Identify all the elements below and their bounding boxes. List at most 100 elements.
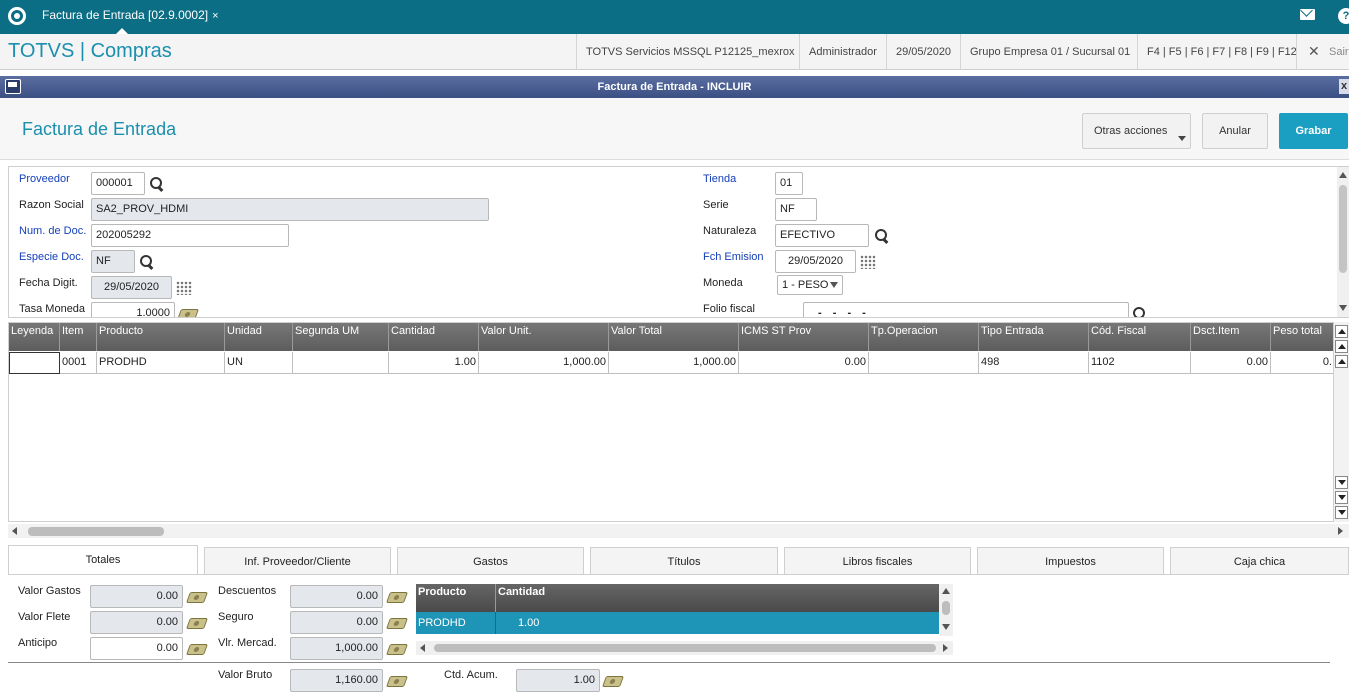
valor-flete-field[interactable]: 0.00 bbox=[90, 611, 183, 634]
company-info[interactable]: Grupo Empresa 01 / Sucursal 01 bbox=[960, 34, 1139, 70]
scrollbar-thumb[interactable] bbox=[28, 527, 164, 536]
descuentos-field[interactable]: 0.00 bbox=[290, 585, 383, 608]
tab-gastos[interactable]: Gastos bbox=[397, 547, 584, 575]
scroll-left-icon[interactable] bbox=[12, 527, 17, 535]
grid-col-peso-total[interactable]: Peso total bbox=[1271, 323, 1333, 351]
grid-col-segunda-um[interactable]: Segunda UM bbox=[293, 323, 389, 351]
ctd-acum-field[interactable]: 1.00 bbox=[516, 669, 600, 692]
cancel-button[interactable]: Anular bbox=[1202, 113, 1268, 149]
fch-emision-field[interactable]: 29/05/2020 bbox=[775, 250, 856, 273]
folio-fiscal-field[interactable]: - - - - bbox=[803, 302, 1129, 317]
grid-col-cantidad[interactable]: Cantidad bbox=[389, 323, 479, 351]
tab-inf-proveedor[interactable]: Inf. Proveedor/Cliente bbox=[204, 547, 391, 575]
grid-cell-dsct-item[interactable]: 0.00 bbox=[1191, 352, 1271, 374]
anticipo-field[interactable]: 0.00 bbox=[90, 637, 183, 660]
grid-cell-producto[interactable]: PRODHD bbox=[97, 352, 225, 374]
valor-bruto-field[interactable]: 1,160.00 bbox=[290, 669, 383, 692]
vlr-mercad-field[interactable]: 1,000.00 bbox=[290, 637, 383, 660]
mini-vertical-scrollbar[interactable] bbox=[939, 584, 953, 636]
grid-cell-valor-unit[interactable]: 1,000.00 bbox=[479, 352, 609, 374]
money-icon[interactable] bbox=[176, 309, 200, 317]
grid-col-leyenda[interactable]: Leyenda bbox=[9, 323, 60, 351]
grid-first-button[interactable] bbox=[1335, 325, 1348, 338]
grid-up-button[interactable] bbox=[1335, 355, 1348, 368]
serie-field[interactable]: NF bbox=[775, 198, 817, 221]
exit-icon[interactable]: ✕ bbox=[1308, 43, 1320, 60]
seguro-field[interactable]: 0.00 bbox=[290, 611, 383, 634]
grid-col-producto[interactable]: Producto bbox=[97, 323, 225, 351]
save-button[interactable]: Grabar bbox=[1279, 113, 1348, 149]
scroll-left-icon[interactable] bbox=[420, 644, 425, 652]
grid-horizontal-scrollbar[interactable] bbox=[8, 524, 1349, 538]
scroll-down-icon[interactable] bbox=[942, 624, 950, 630]
grid-cell-cantidad[interactable]: 1.00 bbox=[389, 352, 479, 374]
tab-close-icon[interactable]: × bbox=[212, 10, 218, 22]
mail-icon[interactable] bbox=[1300, 9, 1315, 20]
num-doc-field[interactable]: 202005292 bbox=[91, 224, 289, 247]
grid-cell-unidad[interactable]: UN bbox=[225, 352, 293, 374]
exit-label[interactable]: Sair bbox=[1329, 46, 1349, 58]
grid-page-down-button[interactable] bbox=[1335, 491, 1348, 504]
calendar-icon[interactable] bbox=[176, 281, 192, 295]
grid-cell-item[interactable]: 0001 bbox=[60, 352, 97, 374]
folio-search-icon[interactable] bbox=[1133, 307, 1147, 317]
tienda-field[interactable]: 01 bbox=[775, 172, 803, 195]
mini-col-cantidad[interactable]: Cantidad bbox=[496, 584, 939, 612]
razon-social-field[interactable]: SA2_PROV_HDMI bbox=[91, 198, 489, 221]
fields-scrollbar[interactable] bbox=[1337, 167, 1349, 317]
help-icon[interactable]: ? bbox=[1338, 8, 1349, 24]
scroll-right-icon[interactable] bbox=[943, 644, 948, 652]
grid-col-valor-unit[interactable]: Valor Unit. bbox=[479, 323, 609, 351]
grid-col-cod-fiscal[interactable]: Cód. Fiscal bbox=[1089, 323, 1191, 351]
totvs-logo-icon[interactable] bbox=[8, 7, 26, 25]
grid-col-dsct-item[interactable]: Dsct.Item bbox=[1191, 323, 1271, 351]
tab-titulos[interactable]: Títulos bbox=[590, 547, 778, 575]
grid-col-item[interactable]: Item bbox=[60, 323, 97, 351]
grid-last-button[interactable] bbox=[1335, 506, 1348, 519]
grid-cell-tipo-entrada[interactable]: 498 bbox=[979, 352, 1089, 374]
proveedor-search-icon[interactable] bbox=[150, 177, 164, 191]
fecha-digit-field[interactable]: 29/05/2020 bbox=[91, 276, 172, 299]
tab-factura-entrada[interactable]: Factura de Entrada [02.9.0002] × bbox=[36, 0, 225, 34]
mini-horizontal-scrollbar[interactable] bbox=[416, 641, 953, 655]
scroll-up-icon[interactable] bbox=[942, 588, 950, 594]
scroll-down-icon[interactable] bbox=[1339, 305, 1347, 311]
scroll-up-icon[interactable] bbox=[1339, 172, 1347, 178]
moneda-select[interactable]: 1 - PESO bbox=[777, 275, 843, 295]
tab-caja-chica[interactable]: Caja chica bbox=[1170, 547, 1349, 575]
grid-col-tipo-entrada[interactable]: Tipo Entrada bbox=[979, 323, 1089, 351]
tab-libros-fiscales[interactable]: Libros fiscales bbox=[784, 547, 971, 575]
mini-col-producto[interactable]: Producto bbox=[416, 584, 496, 612]
other-actions-button[interactable]: Otras acciones bbox=[1082, 113, 1191, 149]
naturaleza-search-icon[interactable] bbox=[875, 229, 889, 243]
scrollbar-thumb[interactable] bbox=[1339, 185, 1347, 273]
grid-cell-valor-total[interactable]: 1,000.00 bbox=[609, 352, 739, 374]
scrollbar-thumb[interactable] bbox=[942, 601, 950, 615]
especie-search-icon[interactable] bbox=[140, 255, 154, 269]
grid-col-unidad[interactable]: Unidad bbox=[225, 323, 293, 351]
tab-totales[interactable]: Totales bbox=[8, 545, 198, 575]
window-close-button[interactable]: x bbox=[1339, 79, 1349, 94]
naturaleza-field[interactable]: EFECTIVO bbox=[775, 224, 869, 247]
proveedor-field[interactable]: 000001 bbox=[91, 172, 145, 195]
grid-down-button[interactable] bbox=[1335, 476, 1348, 489]
grid-cell-leyenda[interactable] bbox=[9, 352, 60, 374]
grid-cell-peso-total[interactable]: 0. bbox=[1271, 352, 1333, 374]
grid-cell-cod-fiscal[interactable]: 1102 bbox=[1089, 352, 1191, 374]
grid-col-valor-total[interactable]: Valor Total bbox=[609, 323, 739, 351]
grid-page-up-button[interactable] bbox=[1335, 340, 1348, 353]
scrollbar-thumb[interactable] bbox=[434, 644, 936, 652]
tab-impuestos[interactable]: Impuestos bbox=[977, 547, 1164, 575]
especie-doc-field[interactable]: NF bbox=[91, 250, 135, 273]
calendar-icon[interactable] bbox=[860, 255, 876, 269]
grid-cell-segunda-um[interactable] bbox=[293, 352, 389, 374]
tasa-moneda-field[interactable]: 1.0000 bbox=[91, 302, 175, 317]
mini-cell-cantidad[interactable]: 1.00 bbox=[496, 612, 939, 634]
grid-cell-icms-st-prov[interactable]: 0.00 bbox=[739, 352, 869, 374]
valor-gastos-field[interactable]: 0.00 bbox=[90, 585, 183, 608]
scroll-right-icon[interactable] bbox=[1338, 527, 1343, 535]
grid-col-icms-st-prov[interactable]: ICMS ST Prov bbox=[739, 323, 869, 351]
grid-col-tp-operacion[interactable]: Tp.Operacion bbox=[869, 323, 979, 351]
grid-cell-tp-operacion[interactable] bbox=[869, 352, 979, 374]
mini-cell-producto[interactable]: PRODHD bbox=[416, 612, 496, 634]
